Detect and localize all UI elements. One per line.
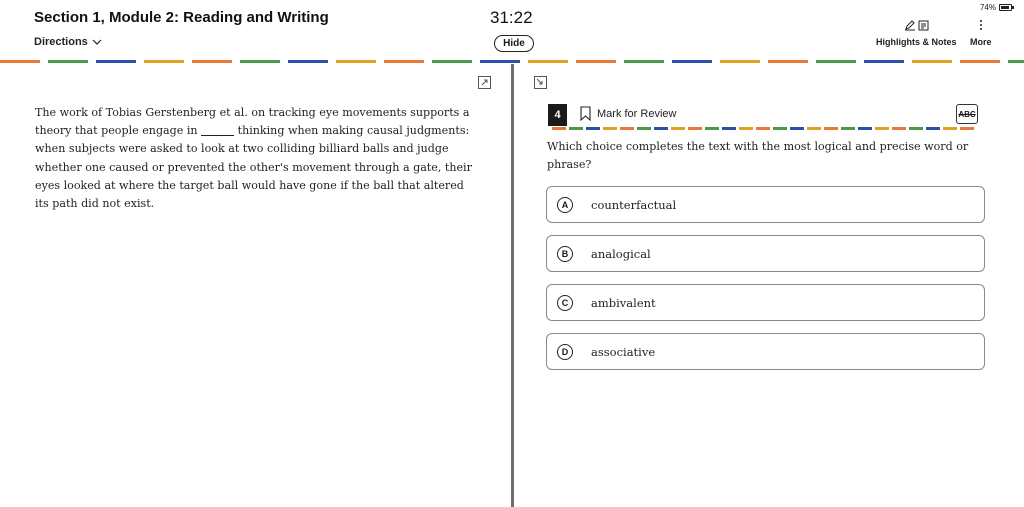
more-button[interactable]: More <box>970 18 992 47</box>
more-vertical-icon <box>979 20 982 30</box>
battery-percent: 74% <box>979 3 996 12</box>
timer: 31:22 <box>490 8 533 27</box>
choice-letter: B <box>557 245 573 262</box>
question-prompt: Which choice completes the text with the… <box>547 140 969 172</box>
choice-letter: D <box>557 343 573 360</box>
passage-text: The work of Tobias Gerstenberg et al. on… <box>35 104 480 213</box>
abc-strike-button[interactable]: ABC <box>956 104 978 124</box>
mark-for-review-label: Mark for Review <box>597 107 677 120</box>
battery-status: 74% <box>979 3 1014 12</box>
choice-a[interactable]: A counterfactual <box>546 186 985 223</box>
choice-d[interactable]: D associative <box>546 333 985 370</box>
question-number: 4 <box>548 104 567 126</box>
header-divider-line <box>0 60 1024 63</box>
directions-toggle[interactable]: Directions <box>34 36 102 48</box>
choice-text: counterfactual <box>591 197 677 212</box>
choice-letter: A <box>557 196 573 213</box>
choice-text: analogical <box>591 246 651 261</box>
mark-for-review-button[interactable]: Mark for Review <box>580 106 676 121</box>
choice-letter: C <box>557 294 573 311</box>
choice-text: ambivalent <box>591 295 656 310</box>
hide-timer-button[interactable]: Hide <box>494 35 534 52</box>
abc-strike-icon: ABC <box>958 109 976 119</box>
battery-icon <box>999 4 1014 11</box>
pen-icon <box>904 20 915 31</box>
passage-blank <box>201 135 235 137</box>
question-pane: 4 Mark for Review ABC Which choice compl… <box>516 64 1024 507</box>
directions-label: Directions <box>34 36 88 48</box>
choice-c[interactable]: C ambivalent <box>546 284 985 321</box>
expand-icon[interactable] <box>478 76 491 89</box>
choice-b[interactable]: B analogical <box>546 235 985 272</box>
choice-text: associative <box>591 344 656 359</box>
chevron-down-icon <box>92 39 102 45</box>
top-bar: Section 1, Module 2: Reading and Writing… <box>0 0 1024 60</box>
highlights-notes-button[interactable]: Highlights & Notes <box>876 18 957 47</box>
collapse-icon[interactable] <box>534 76 547 89</box>
note-icon <box>918 20 929 30</box>
highlights-notes-label: Highlights & Notes <box>876 37 957 47</box>
more-label: More <box>970 37 992 47</box>
pane-divider[interactable] <box>511 64 514 507</box>
passage-pane: The work of Tobias Gerstenberg et al. on… <box>0 64 511 507</box>
question-divider-line <box>552 127 974 130</box>
bookmark-icon <box>580 106 591 121</box>
section-title: Section 1, Module 2: Reading and Writing <box>34 9 329 26</box>
